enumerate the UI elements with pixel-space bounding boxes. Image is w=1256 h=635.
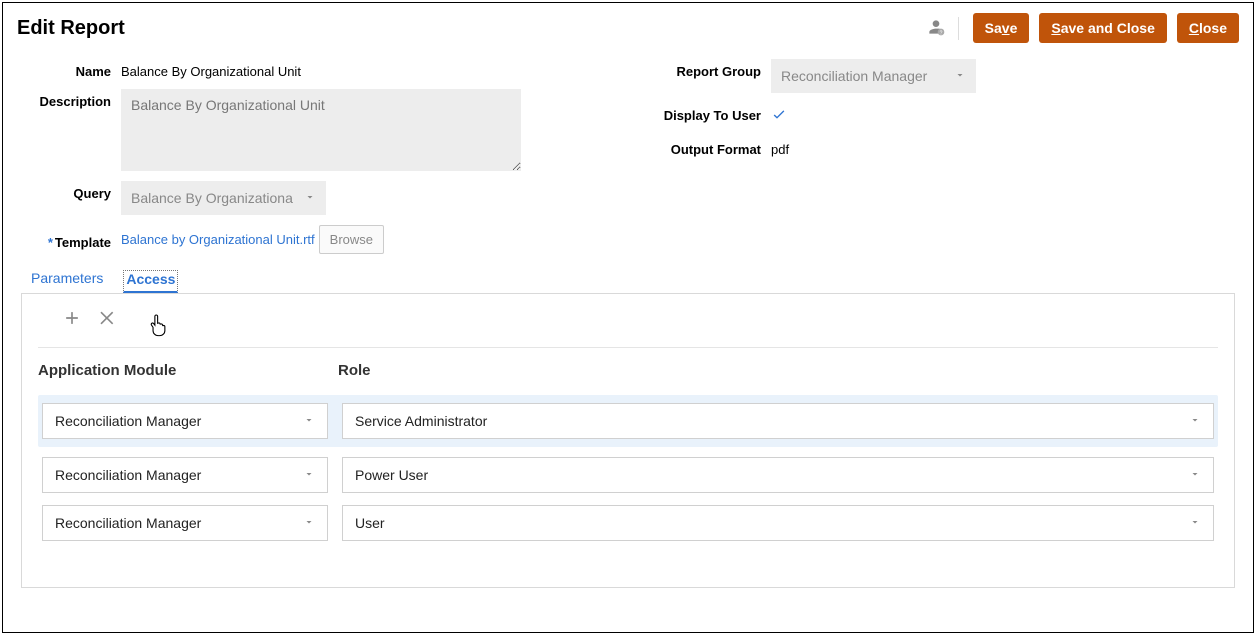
- tab-parameters[interactable]: Parameters: [31, 270, 103, 293]
- chevron-down-icon: [1189, 413, 1201, 429]
- app-module-value: Reconciliation Manager: [55, 413, 201, 429]
- chevron-down-icon: [303, 515, 315, 531]
- svg-text:?: ?: [939, 30, 942, 36]
- browse-button[interactable]: Browse: [319, 225, 384, 254]
- chevron-down-icon: [304, 190, 316, 206]
- role-select[interactable]: User: [342, 505, 1214, 541]
- template-label: *Template: [21, 230, 121, 250]
- display-to-user-label: Display To User: [641, 103, 771, 123]
- query-label: Query: [21, 181, 121, 201]
- description-input[interactable]: [121, 89, 521, 171]
- query-select: Balance By Organizationa: [121, 181, 326, 215]
- table-row[interactable]: Reconciliation Manager Service Administr…: [38, 395, 1218, 447]
- role-value: Service Administrator: [355, 413, 487, 429]
- app-module-value: Reconciliation Manager: [55, 467, 201, 483]
- tab-access[interactable]: Access: [123, 270, 178, 293]
- chevron-down-icon: [1189, 467, 1201, 483]
- report-group-label: Report Group: [641, 59, 771, 79]
- app-module-select[interactable]: Reconciliation Manager: [42, 505, 328, 541]
- report-group-value: Reconciliation Manager: [781, 68, 927, 84]
- add-icon[interactable]: [62, 308, 82, 331]
- name-value: Balance By Organizational Unit: [121, 59, 301, 79]
- chevron-down-icon: [954, 68, 966, 84]
- chevron-down-icon: [303, 413, 315, 429]
- role-value: Power User: [355, 467, 428, 483]
- name-label: Name: [21, 59, 121, 79]
- output-format-value: pdf: [771, 137, 789, 157]
- save-and-close-button[interactable]: Save and Close: [1039, 13, 1167, 43]
- chevron-down-icon: [1189, 515, 1201, 531]
- page-title: Edit Report: [17, 17, 125, 40]
- app-module-select[interactable]: Reconciliation Manager: [42, 403, 328, 439]
- role-select[interactable]: Power User: [342, 457, 1214, 493]
- template-link[interactable]: Balance by Organizational Unit.rtf: [121, 232, 315, 247]
- col-role: Role: [338, 362, 1218, 379]
- report-group-select: Reconciliation Manager: [771, 59, 976, 93]
- query-value: Balance By Organizationa: [131, 190, 293, 206]
- col-application-module: Application Module: [38, 362, 338, 379]
- app-module-select[interactable]: Reconciliation Manager: [42, 457, 328, 493]
- close-button[interactable]: Close: [1177, 13, 1239, 43]
- app-module-value: Reconciliation Manager: [55, 515, 201, 531]
- table-row[interactable]: Reconciliation Manager Power User: [38, 451, 1218, 499]
- role-select[interactable]: Service Administrator: [342, 403, 1214, 439]
- save-button[interactable]: Save: [973, 13, 1030, 43]
- output-format-label: Output Format: [641, 137, 771, 157]
- description-label: Description: [21, 89, 121, 109]
- chevron-down-icon: [303, 467, 315, 483]
- access-panel: Application Module Role Reconciliation M…: [21, 293, 1235, 588]
- table-row[interactable]: Reconciliation Manager User: [38, 499, 1218, 547]
- check-icon: [771, 103, 787, 127]
- role-value: User: [355, 515, 385, 531]
- user-status-icon[interactable]: ?: [926, 17, 959, 40]
- delete-icon[interactable]: [98, 308, 118, 331]
